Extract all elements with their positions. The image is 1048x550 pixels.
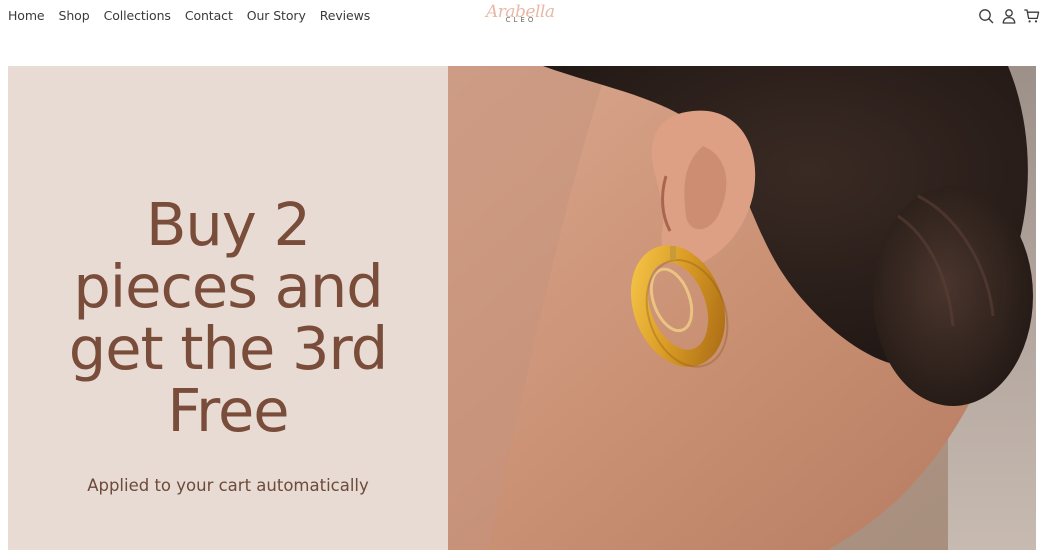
photo-illustration — [448, 66, 1036, 550]
brand-logo[interactable]: Arabella CLEO — [486, 0, 555, 30]
header-icons — [978, 8, 1040, 24]
earring-model-photo — [448, 66, 1036, 550]
search-icon[interactable] — [978, 8, 994, 24]
cart-icon[interactable] — [1024, 8, 1040, 24]
nav-collections[interactable]: Collections — [104, 8, 171, 23]
headline-line: Buy 2 — [145, 190, 311, 259]
promo-headline: Buy 2 pieces and get the 3rd Free — [8, 194, 448, 442]
nav-home[interactable]: Home — [8, 8, 45, 23]
site-header: Home Shop Collections Contact Our Story … — [0, 0, 1048, 34]
logo-sub-text: CLEO — [505, 16, 537, 24]
nav-reviews[interactable]: Reviews — [320, 8, 371, 23]
account-icon[interactable] — [1001, 8, 1017, 24]
headline-line: get the 3rd — [68, 314, 388, 383]
headline-line: pieces and — [73, 252, 383, 321]
hair-bun — [873, 186, 1033, 406]
earring-post — [670, 246, 676, 260]
nav-contact[interactable]: Contact — [185, 8, 233, 23]
nav-shop[interactable]: Shop — [59, 8, 90, 23]
nav-our-story[interactable]: Our Story — [247, 8, 306, 23]
main-nav: Home Shop Collections Contact Our Story … — [8, 8, 370, 23]
hero-banner[interactable]: Buy 2 pieces and get the 3rd Free Applie… — [8, 66, 1036, 550]
promo-subline: Applied to your cart automatically — [87, 476, 369, 495]
promo-panel: Buy 2 pieces and get the 3rd Free Applie… — [8, 66, 448, 550]
headline-line: Free — [167, 376, 289, 445]
